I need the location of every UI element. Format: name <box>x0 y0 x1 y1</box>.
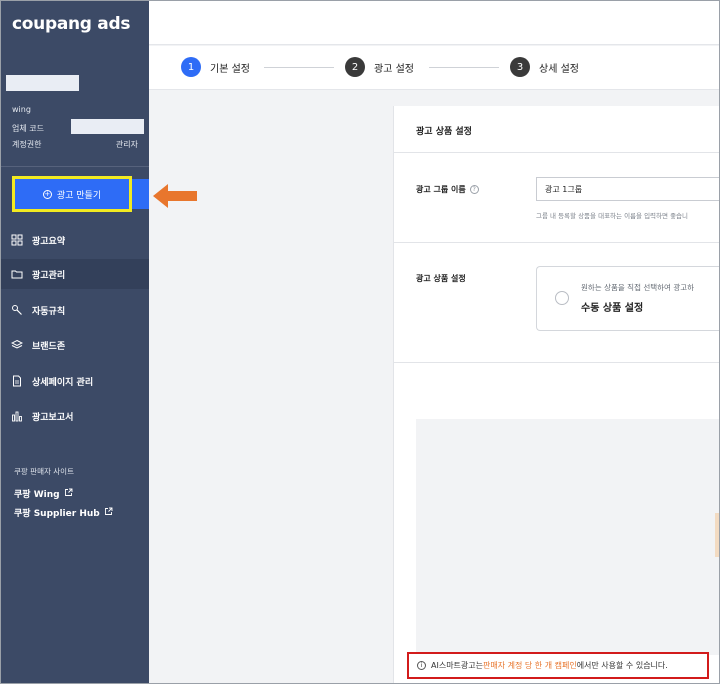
link-coupang-wing[interactable]: 쿠팡 Wing <box>14 487 73 500</box>
step-basic-settings[interactable]: 1 기본 설정 <box>181 57 250 77</box>
panel-edge <box>715 513 719 557</box>
sidebar-item-report[interactable]: 광고보고서 <box>1 401 149 431</box>
document-icon <box>11 375 23 387</box>
bar-chart-icon <box>11 410 23 422</box>
layers-icon <box>11 339 23 351</box>
sidebar-divider <box>1 166 149 167</box>
link-supplier-hub[interactable]: 쿠팡 Supplier Hub <box>14 506 113 519</box>
sidebar: coupang ads wing 업체 코드 계정권한 관리자 + 광고 만들기… <box>1 1 149 683</box>
step-detail-settings[interactable]: 3 상세 설정 <box>510 57 579 77</box>
link-label: 쿠팡 Supplier Hub <box>14 509 100 519</box>
section-divider <box>394 242 719 243</box>
grid-icon <box>11 234 23 246</box>
sidebar-item-label: 브랜드존 <box>32 341 66 352</box>
info-icon: i <box>417 661 426 670</box>
sidebar-item-label: 광고요약 <box>32 236 66 247</box>
sidebar-item-brand-zone[interactable]: 브랜드존 <box>1 330 149 360</box>
create-ad-button[interactable]: + 광고 만들기 <box>15 179 129 209</box>
permission-value: 관리자 <box>115 140 138 149</box>
account-platform: wing <box>12 105 138 114</box>
notice-suffix: 에서만 사용할 수 있습니다. <box>576 661 668 670</box>
sidebar-item-label: 상세페이지 관리 <box>32 377 94 388</box>
company-code-redacted <box>71 119 144 134</box>
step-label: 기본 설정 <box>210 63 250 75</box>
link-label: 쿠팡 Wing <box>14 490 60 500</box>
product-setting-label: 광고 상품 설정 <box>416 274 466 283</box>
external-link-icon <box>104 507 113 519</box>
help-icon[interactable]: ? <box>469 185 479 194</box>
plus-circle-icon: + <box>42 189 52 199</box>
option-title: 수동 상품 설정 <box>581 303 644 314</box>
platform-label: wing <box>12 105 31 114</box>
app-logo[interactable]: coupang ads <box>12 14 130 34</box>
seller-sites-title: 쿠팡 판매자 사이트 <box>14 467 74 476</box>
sidebar-item-label: 광고관리 <box>32 270 66 281</box>
step-number: 3 <box>510 57 530 77</box>
step-connector <box>429 67 499 68</box>
group-name-input[interactable] <box>536 177 719 201</box>
manual-product-radio[interactable] <box>555 291 569 305</box>
preview-panel <box>416 419 719 655</box>
option-description: 원하는 상품을 직접 선택하여 광고하 <box>581 283 695 292</box>
sidebar-item-ad-management[interactable]: 광고관리 <box>1 259 149 289</box>
step-label: 상세 설정 <box>539 63 579 75</box>
sidebar-item-summary[interactable]: 광고요약 <box>1 225 149 255</box>
create-button-extension <box>132 179 149 209</box>
permission-row: 계정권한 관리자 <box>12 139 138 150</box>
create-ad-label: 광고 만들기 <box>56 190 102 201</box>
step-ad-settings[interactable]: 2 광고 설정 <box>345 57 414 77</box>
card-title: 광고 상품 설정 <box>394 106 719 153</box>
step-label: 광고 설정 <box>374 63 414 75</box>
notice-highlight: 판매자 계정 당 한 개 캠페인 <box>483 661 577 670</box>
section-divider <box>394 362 719 363</box>
company-code-label: 업체 코드 <box>12 124 44 133</box>
annotation-arrow-icon <box>153 184 197 208</box>
app-window: coupang ads wing 업체 코드 계정권한 관리자 + 광고 만들기… <box>0 0 720 684</box>
manual-product-option[interactable]: 원하는 상품을 직접 선택하여 광고하 수동 상품 설정 <box>536 266 719 331</box>
step-number: 2 <box>345 57 365 77</box>
top-bar <box>149 1 719 45</box>
sidebar-item-label: 자동규칙 <box>32 306 66 317</box>
group-name-hint: 그룹 내 등록할 상품을 대표하는 이름을 입력하면 좋습니 <box>536 212 689 220</box>
step-number: 1 <box>181 57 201 77</box>
group-name-label-row: 광고 그룹 이름 ? <box>416 184 479 195</box>
external-link-icon <box>64 488 73 500</box>
sidebar-item-label: 광고보고서 <box>32 412 74 423</box>
notice-prefix: AI스마트광고는 <box>431 661 483 670</box>
create-button-highlight: + 광고 만들기 <box>12 176 132 212</box>
step-connector <box>264 67 334 68</box>
sidebar-item-auto-rules[interactable]: 자동규칙 <box>1 295 149 325</box>
wrench-icon <box>11 304 23 316</box>
ai-smart-ad-notice: i AI스마트광고는 판매자 계정 당 한 개 캠페인 에서만 사용할 수 있습니… <box>407 652 709 679</box>
step-indicator: 1 기본 설정 2 광고 설정 3 상세 설정 <box>149 46 719 90</box>
permission-label: 계정권한 <box>12 140 42 149</box>
group-name-label: 광고 그룹 이름 <box>416 185 466 194</box>
sidebar-item-detail-page[interactable]: 상세페이지 관리 <box>1 366 149 396</box>
folder-icon <box>11 268 23 280</box>
account-name-redacted <box>6 75 79 91</box>
